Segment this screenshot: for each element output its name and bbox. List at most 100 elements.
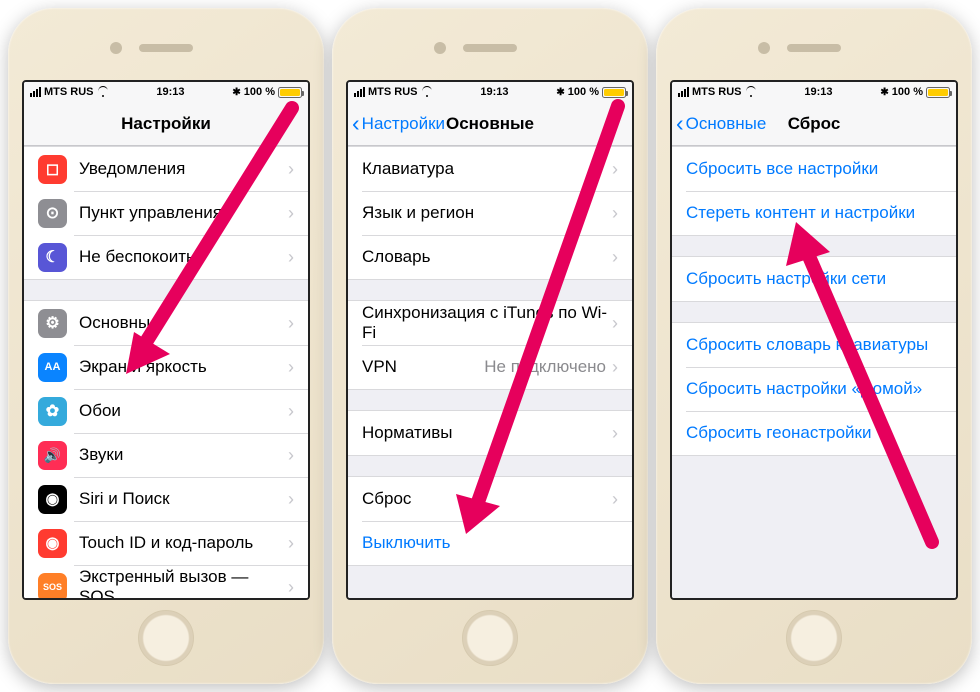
settings-row-siri[interactable]: ◉ Siri и Поиск› bbox=[24, 477, 308, 521]
siri-icon: ◉ bbox=[38, 485, 67, 514]
notifications-icon: ◻ bbox=[38, 155, 67, 184]
settings-row[interactable]: Сбросить все настройки bbox=[672, 147, 956, 191]
row-label: Сбросить словарь клавиатуры bbox=[686, 335, 942, 355]
settings-content[interactable]: ◻Уведомления›⊙Пункт управления› ☾ Не беспо… bbox=[24, 146, 308, 598]
phone1-screen: MTS RUS 19:13 ✱ 100 % Настройки ◻Уведомл… bbox=[22, 80, 310, 600]
settings-row[interactable]: Нормативы› bbox=[348, 411, 632, 455]
chevron-right-icon: › bbox=[288, 247, 294, 268]
settings-group-1: ◻Уведомления›⊙Пункт управления› ☾ Не беспо… bbox=[24, 146, 308, 280]
chevron-right-icon: › bbox=[288, 159, 294, 180]
chevron-right-icon: › bbox=[612, 423, 618, 444]
settings-row[interactable]: Выключить bbox=[348, 521, 632, 565]
row-label: Стереть контент и настройки bbox=[686, 203, 942, 223]
sounds-icon: 🔊 bbox=[38, 441, 67, 470]
settings-row[interactable]: Сбросить геонастройки bbox=[672, 411, 956, 455]
wifi-icon bbox=[745, 88, 757, 97]
settings-row-notifications[interactable]: ◻Уведомления› bbox=[24, 147, 308, 191]
settings-row[interactable]: Сброс› bbox=[348, 477, 632, 521]
chevron-right-icon: › bbox=[288, 445, 294, 466]
row-label: Siri и Поиск bbox=[79, 489, 288, 509]
phone3-screen: MTS RUS 19:13 ✱ 100 % ‹ Основные Сброс С… bbox=[670, 80, 958, 600]
settings-row[interactable]: Сбросить настройки «Домой» bbox=[672, 367, 956, 411]
settings-group-2: ⚙Основные›AAЭкран и яркость›✿Обои› 🔊 Звуки… bbox=[24, 300, 308, 598]
wifi-icon bbox=[97, 88, 109, 97]
back-button[interactable]: ‹ Основные bbox=[676, 102, 766, 145]
phone-frame-3: MTS RUS 19:13 ✱ 100 % ‹ Основные Сброс С… bbox=[656, 8, 972, 684]
settings-group: Сбросить словарь клавиатуры Сбросить наст… bbox=[672, 322, 956, 456]
signal-icon bbox=[678, 87, 689, 97]
speaker-slot bbox=[787, 44, 841, 52]
battery-pct: 100 % bbox=[244, 86, 275, 98]
settings-row-control-center[interactable]: ⊙Пункт управления› bbox=[24, 191, 308, 235]
back-button[interactable]: ‹ Настройки bbox=[352, 102, 445, 145]
settings-row-dnd[interactable]: ☾ Не беспокоить› bbox=[24, 235, 308, 279]
status-bar: MTS RUS 19:13 ✱ 100 % bbox=[24, 82, 308, 102]
home-button[interactable] bbox=[786, 610, 842, 666]
carrier-label: MTS RUS bbox=[44, 86, 94, 98]
status-bar: MTS RUS 19:13 ✱ 100 % bbox=[348, 82, 632, 102]
chevron-right-icon: › bbox=[288, 489, 294, 510]
wallpaper-icon: ✿ bbox=[38, 397, 67, 426]
status-bar: MTS RUS 19:13 ✱ 100 % bbox=[672, 82, 956, 102]
reset-content[interactable]: Сбросить все настройки Стереть контент и … bbox=[672, 146, 956, 598]
settings-row-display[interactable]: AAЭкран и яркость› bbox=[24, 345, 308, 389]
chevron-right-icon: › bbox=[612, 313, 618, 334]
carrier-label: MTS RUS bbox=[692, 86, 742, 98]
row-label: Сбросить геонастройки bbox=[686, 423, 942, 443]
front-camera bbox=[758, 42, 770, 54]
nav-bar: Настройки bbox=[24, 102, 308, 146]
settings-row[interactable]: Клавиатура› bbox=[348, 147, 632, 191]
battery-pct: 100 % bbox=[892, 86, 923, 98]
chevron-right-icon: › bbox=[288, 401, 294, 422]
page-title: Сброс bbox=[788, 114, 841, 134]
general-content[interactable]: Клавиатура›Язык и регион›Словарь› Синхрон… bbox=[348, 146, 632, 598]
row-label: VPN bbox=[362, 357, 484, 377]
battery-icon bbox=[926, 87, 950, 98]
settings-group: Сброс› Выключить bbox=[348, 476, 632, 566]
settings-row[interactable]: Сбросить словарь клавиатуры bbox=[672, 323, 956, 367]
settings-row-wallpaper[interactable]: ✿Обои› bbox=[24, 389, 308, 433]
chevron-right-icon: › bbox=[288, 577, 294, 598]
chevron-right-icon: › bbox=[612, 489, 618, 510]
row-label: Экстренный вызов — SOS bbox=[79, 567, 288, 598]
settings-row[interactable]: Словарь› bbox=[348, 235, 632, 279]
settings-row[interactable]: VPNНе подключено › bbox=[348, 345, 632, 389]
display-icon: AA bbox=[38, 353, 67, 382]
settings-row[interactable]: Сбросить настройки сети bbox=[672, 257, 956, 301]
home-button[interactable] bbox=[462, 610, 518, 666]
row-label: Синхронизация с iTunes по Wi-Fi bbox=[362, 303, 612, 343]
row-label: Не беспокоить bbox=[79, 247, 288, 267]
chevron-right-icon: › bbox=[612, 247, 618, 268]
settings-row[interactable]: Язык и регион› bbox=[348, 191, 632, 235]
row-label: Звуки bbox=[79, 445, 288, 465]
settings-group: Сбросить настройки сети bbox=[672, 256, 956, 302]
chevron-right-icon: › bbox=[612, 357, 618, 378]
settings-row-sos[interactable]: SOSЭкстренный вызов — SOS› bbox=[24, 565, 308, 598]
battery-icon bbox=[602, 87, 626, 98]
settings-row[interactable]: Стереть контент и настройки bbox=[672, 191, 956, 235]
signal-icon bbox=[354, 87, 365, 97]
phone-frame-1: MTS RUS 19:13 ✱ 100 % Настройки ◻Уведомл… bbox=[8, 8, 324, 684]
back-label: Основные bbox=[686, 114, 767, 134]
row-label: Выключить bbox=[362, 533, 618, 553]
battery-pct: 100 % bbox=[568, 86, 599, 98]
nav-bar: ‹ Основные Сброс bbox=[672, 102, 956, 146]
settings-row-sounds[interactable]: 🔊 Звуки› bbox=[24, 433, 308, 477]
settings-group: Синхронизация с iTunes по Wi-Fi›VPNНе по… bbox=[348, 300, 632, 390]
settings-row-touchid[interactable]: ◉Touch ID и код-пароль› bbox=[24, 521, 308, 565]
row-label: Сброс bbox=[362, 489, 612, 509]
home-button[interactable] bbox=[138, 610, 194, 666]
chevron-left-icon: ‹ bbox=[676, 112, 684, 135]
settings-row-general[interactable]: ⚙Основные› bbox=[24, 301, 308, 345]
dnd-icon: ☾ bbox=[38, 243, 67, 272]
nav-bar: ‹ Настройки Основные bbox=[348, 102, 632, 146]
row-detail: Не подключено bbox=[484, 357, 606, 377]
settings-row[interactable]: Синхронизация с iTunes по Wi-Fi› bbox=[348, 301, 632, 345]
general-icon: ⚙ bbox=[38, 309, 67, 338]
control-center-icon: ⊙ bbox=[38, 199, 67, 228]
clock-label: 19:13 bbox=[156, 86, 184, 98]
chevron-right-icon: › bbox=[288, 357, 294, 378]
chevron-right-icon: › bbox=[288, 533, 294, 554]
clock-label: 19:13 bbox=[480, 86, 508, 98]
page-title: Настройки bbox=[121, 114, 211, 134]
